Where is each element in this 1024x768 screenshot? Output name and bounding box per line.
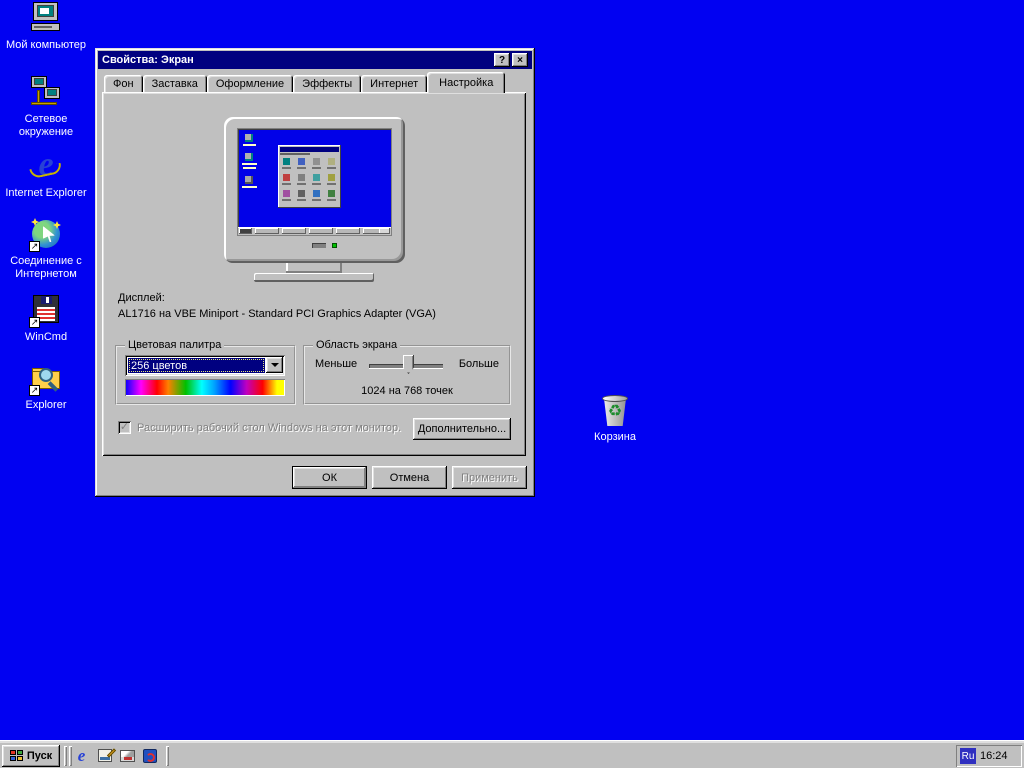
shortcut-arrow-icon: ↗ bbox=[29, 241, 40, 252]
language-indicator[interactable]: Ru bbox=[960, 748, 976, 764]
taskbar-gripper[interactable] bbox=[64, 746, 67, 766]
extend-desktop-label: Расширить рабочий стол Windows на этот м… bbox=[137, 422, 402, 434]
desktop-icon-network[interactable]: Сетевое окружение bbox=[0, 76, 92, 139]
tab-internet[interactable]: Интернет bbox=[361, 75, 428, 93]
tab-effects[interactable]: Эффекты bbox=[293, 75, 362, 93]
desktop-icon-label: WinCmd bbox=[24, 331, 68, 343]
desktop-icon-internet-connection[interactable]: ↗ Соединение с Интернетом bbox=[0, 218, 92, 281]
wincmd-icon: ↗ bbox=[29, 294, 63, 328]
shortcut-arrow-icon: ↗ bbox=[29, 385, 40, 396]
tab-appearance[interactable]: Оформление bbox=[206, 75, 294, 93]
tab-screensaver[interactable]: Заставка bbox=[142, 75, 207, 93]
screen-area-group-title: Область экрана bbox=[313, 339, 401, 351]
resolution-slider-thumb[interactable] bbox=[403, 355, 414, 374]
windows-logo-icon bbox=[9, 750, 24, 762]
network-neighborhood-icon bbox=[29, 76, 63, 110]
display-label: Дисплей: bbox=[118, 292, 165, 304]
monitor-preview-screen bbox=[238, 129, 391, 235]
display-adapter-value: AL1716 на VBE Miniport - Standard PCI Gr… bbox=[118, 308, 436, 320]
apply-button: Применить bbox=[452, 466, 527, 489]
advanced-button[interactable]: Дополнительно... bbox=[413, 418, 511, 440]
screen-area-group: Область экрана Меньше Больше 1024 на 768… bbox=[303, 339, 511, 405]
desktop-icon-label: Корзина bbox=[594, 431, 636, 443]
extend-desktop-checkbox: ✓ bbox=[118, 421, 131, 434]
dialog-titlebar[interactable]: Свойства: Экран ? × bbox=[98, 51, 532, 69]
desktop-icon-label: Соединение с Интернетом bbox=[10, 255, 82, 280]
desktop-icon-explorer[interactable]: ↗ Explorer bbox=[0, 362, 92, 412]
settings-tab-panel: Дисплей: AL1716 на VBE Miniport - Standa… bbox=[102, 92, 526, 456]
internet-connection-icon: ↗ bbox=[29, 218, 63, 252]
quick-launch-outlook-express-icon[interactable] bbox=[119, 747, 136, 764]
monitor-preview-window bbox=[278, 145, 341, 208]
explorer-icon: ↗ bbox=[29, 362, 63, 396]
tab-settings[interactable]: Настройка bbox=[427, 72, 506, 93]
desktop-icon-label: Сетевое окружение bbox=[18, 113, 74, 138]
close-button[interactable]: × bbox=[512, 53, 528, 67]
taskbar-gripper[interactable] bbox=[69, 746, 72, 766]
tab-background[interactable]: Фон bbox=[104, 75, 143, 93]
system-tray: Ru 16:24 bbox=[956, 745, 1022, 767]
color-palette-group: Цветовая палитра 256 цветов bbox=[115, 339, 296, 405]
quick-launch-internet-explorer-icon[interactable]: e bbox=[73, 746, 90, 765]
desktop-icon-wincmd[interactable]: ↗ WinCmd bbox=[0, 294, 92, 344]
color-spectrum-strip bbox=[125, 379, 285, 396]
quick-launch-show-desktop-icon[interactable] bbox=[96, 747, 116, 764]
desktop: { "colors": { "desktop": "#0101f2", "tit… bbox=[0, 0, 1024, 768]
desktop-icon-my-computer[interactable]: Мой компьютер bbox=[0, 2, 92, 52]
quick-launch-view-channels-icon[interactable] bbox=[141, 747, 158, 764]
desktop-icon-label: Explorer bbox=[25, 399, 67, 411]
desktop-icon-label: Мой компьютер bbox=[5, 39, 87, 51]
display-properties-dialog: Свойства: Экран ? × Фон Заставка Оформле… bbox=[95, 48, 535, 497]
monitor-power-led bbox=[332, 243, 337, 248]
monitor-preview-taskbar bbox=[238, 227, 391, 235]
dropdown-arrow-icon[interactable] bbox=[266, 357, 283, 373]
monitor-preview bbox=[224, 117, 405, 282]
tab-strip: Фон Заставка Оформление Эффекты Интернет… bbox=[104, 72, 506, 93]
color-palette-selected: 256 цветов bbox=[128, 358, 265, 373]
desktop-icon-recycle-bin[interactable]: ♻ Корзина bbox=[569, 394, 661, 444]
color-palette-dropdown[interactable]: 256 цветов bbox=[125, 355, 285, 376]
shortcut-arrow-icon: ↗ bbox=[29, 317, 40, 328]
color-palette-group-title: Цветовая палитра bbox=[125, 339, 225, 351]
internet-explorer-icon: e bbox=[29, 146, 63, 184]
recycle-bin-icon: ♻ bbox=[598, 394, 632, 428]
start-button[interactable]: Пуск bbox=[2, 745, 60, 767]
resolution-value: 1024 на 768 точек bbox=[361, 385, 453, 397]
taskbar-gripper[interactable] bbox=[166, 746, 169, 766]
ok-button[interactable]: ОК bbox=[292, 466, 367, 489]
desktop-icon-label: Internet Explorer bbox=[5, 187, 87, 199]
start-button-label: Пуск bbox=[26, 750, 53, 762]
slider-more-label: Больше bbox=[458, 358, 499, 370]
desktop-icon-internet-explorer[interactable]: e Internet Explorer bbox=[0, 146, 92, 200]
dialog-title: Свойства: Экран bbox=[102, 54, 194, 66]
clock[interactable]: 16:24 bbox=[980, 750, 1008, 762]
help-button[interactable]: ? bbox=[494, 53, 510, 67]
my-computer-icon bbox=[29, 2, 63, 36]
slider-less-label: Меньше bbox=[315, 358, 358, 370]
cancel-button[interactable]: Отмена bbox=[372, 466, 447, 489]
taskbar: Пуск e Ru 16:24 bbox=[0, 740, 1024, 768]
